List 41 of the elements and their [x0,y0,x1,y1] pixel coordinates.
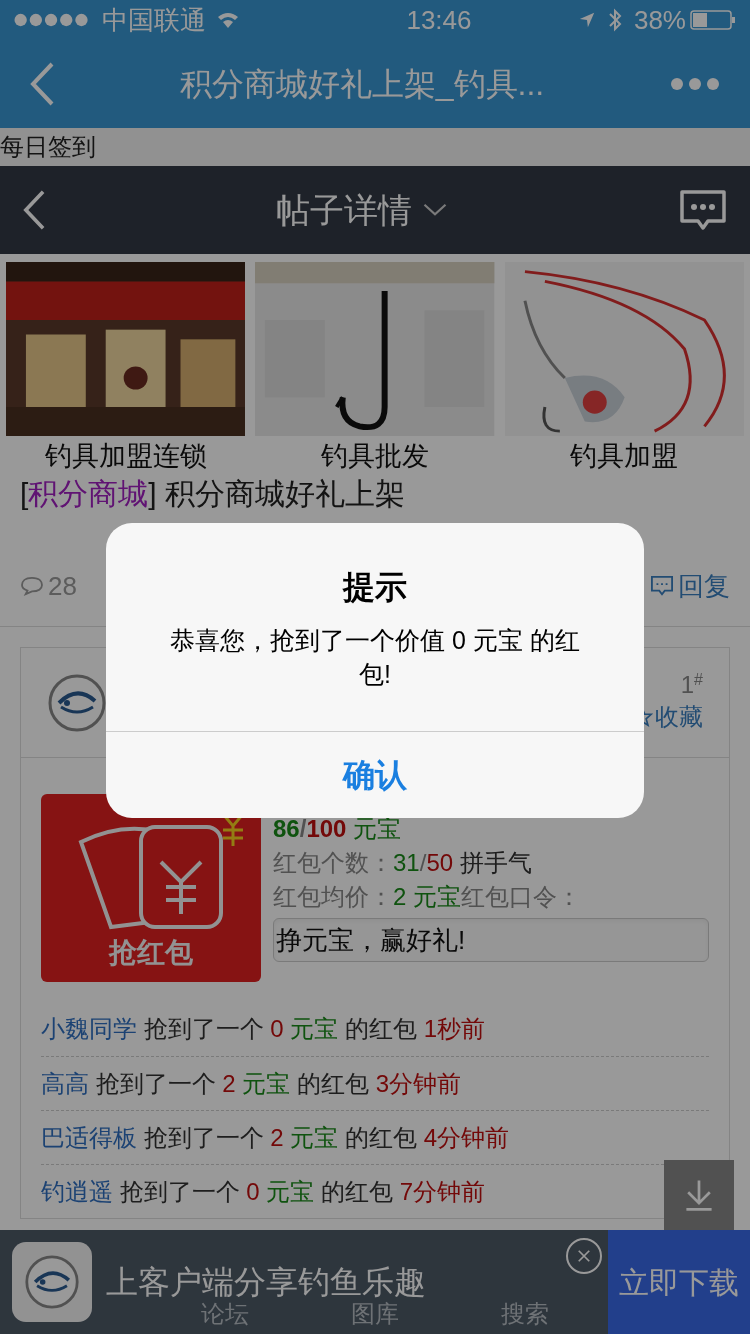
grab-record: 巴适得板 抢到了一个 2 元宝 的红包 4分钟前 [41,1122,510,1153]
back-icon[interactable] [30,62,54,106]
grab-packet-button[interactable]: 抢红包 [41,794,261,982]
ad-caption[interactable]: 钓具加盟 [570,438,679,474]
page-title: 积分商城好礼上架_钓具... [178,65,546,104]
grab-record: 小魏同学 抢到了一个 0 元宝 的红包 1秒前 [41,1014,486,1044]
grab-record: 高高 抢到了一个 2 元宝 的红包 3分钟前 [41,1068,462,1099]
battery-percentage: 38% [633,3,686,37]
more-icon[interactable] [670,77,720,91]
grab-record: 钓逍遥 抢到了一个 0 元宝 的红包 7分钟前 [41,1176,486,1207]
packet-count-text: 红包个数：31/50 拼手气 [273,848,533,878]
reply-link[interactable]: 回复 [678,566,730,606]
close-icon [577,1249,591,1263]
close-button[interactable] [566,1238,602,1274]
password-field[interactable]: 挣元宝，赢好礼! [273,918,709,962]
post-title: [积分商城] 积分商城好礼上架 [20,477,406,510]
chevron-down-icon[interactable] [422,203,448,217]
comment-count: 28 [48,569,77,603]
wifi-icon [216,11,240,29]
dialog-message: 恭喜您，抢到了一个价值 0 元宝 的红包! [169,625,581,690]
download-button[interactable]: 立即下载 [608,1230,750,1334]
battery-icon [690,10,736,30]
daily-sign-in-link[interactable]: 每日签到 [0,129,96,165]
chat-icon[interactable] [650,575,674,597]
logo-icon [24,1254,80,1310]
carrier-name: 中国联通 [102,3,206,37]
average-text: 红包均价：2 元宝红包口令： [273,882,582,912]
back-icon[interactable] [22,190,46,230]
chat-icon[interactable] [678,189,728,231]
clock-time: 13:46 [405,3,472,37]
favorite-link[interactable]: 收藏 [655,698,703,735]
ad-caption[interactable]: 钓具加盟连锁 [44,438,207,474]
bluetooth-icon [607,8,622,32]
dialog-title: 提示 [343,568,407,607]
header-title: 帖子详情 [276,189,412,231]
comment-icon [20,576,44,596]
signal-icon [14,13,90,27]
floor-number: 1$^{#}$ [680,670,703,699]
tab-label[interactable]: 搜索 [501,1296,549,1332]
ad-caption[interactable]: 钓具批发 [321,438,429,474]
download-arrow-button[interactable] [664,1160,734,1230]
